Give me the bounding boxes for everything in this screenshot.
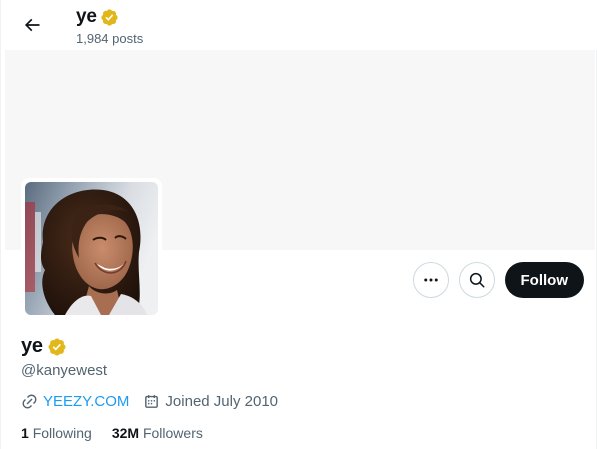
following-stat[interactable]: 1 Following	[21, 425, 92, 441]
website-item: YEEZY.COM	[21, 393, 129, 410]
back-button[interactable]	[15, 8, 49, 42]
follow-button[interactable]: Follow	[504, 262, 584, 298]
avatar	[25, 182, 158, 315]
profile-name: ye	[21, 335, 43, 357]
joined-item: Joined July 2010	[143, 393, 278, 410]
header-name-row: ye	[76, 6, 119, 28]
followers-count: 32M	[111, 425, 140, 441]
profile-meta: YEEZY.COM Joined July 2010	[21, 393, 278, 410]
followers-stat[interactable]: 32M Followers	[112, 425, 203, 441]
profile-name-row: ye	[21, 335, 67, 358]
follow-stats: 1 Following 32M Followers	[21, 425, 203, 441]
avatar-frame[interactable]	[21, 178, 162, 319]
profile-handle: @kanyewest	[21, 362, 108, 379]
profile-actions: Follow	[412, 262, 584, 298]
joined-date: Joined July 2010	[165, 393, 279, 410]
calendar-icon	[145, 395, 159, 408]
following-count: 1	[21, 425, 29, 441]
followers-label: Followers	[142, 425, 203, 441]
link-icon	[22, 394, 37, 409]
more-horizontal-icon	[423, 278, 438, 282]
verified-badge-icon	[101, 8, 118, 26]
top-header: ye 1,984 posts	[1, 0, 597, 50]
posts-count: 1,984 posts	[76, 31, 144, 46]
website-link[interactable]: YEEZY.COM	[43, 393, 129, 410]
following-label: Following	[32, 425, 92, 441]
verified-badge-icon[interactable]	[47, 337, 67, 357]
search-profile-button[interactable]	[458, 262, 495, 298]
search-icon	[469, 272, 484, 288]
profile-page: ye 1,984 posts Follow ye @kanyewest YEEZ…	[0, 0, 597, 449]
header-name: ye	[76, 6, 97, 27]
more-button[interactable]	[412, 262, 449, 298]
arrow-left-icon	[24, 18, 40, 32]
